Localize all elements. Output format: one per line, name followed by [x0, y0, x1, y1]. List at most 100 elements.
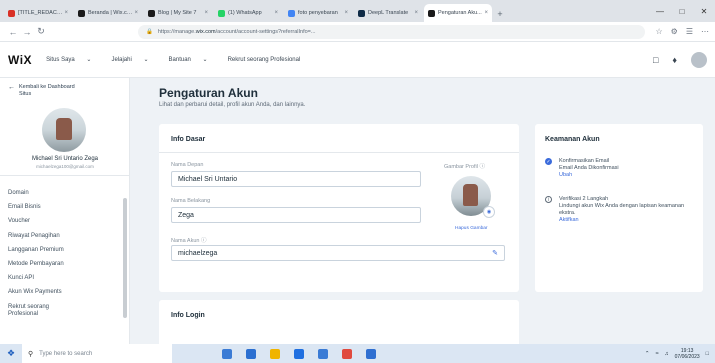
change-email-link[interactable]: Ubah	[559, 172, 697, 179]
tab-favicon-icon	[148, 9, 155, 17]
site-selector-label: Situs Saya	[46, 57, 75, 63]
menu-explore[interactable]: Jelajahi ⌄	[111, 56, 158, 63]
sidebar-item-hire-pro[interactable]: Rekrut seorang Profesional	[8, 304, 68, 322]
menu-explore-label: Jelajahi	[111, 57, 132, 63]
windows-taskbar: ❖ ⚲ Type here to search ⌃ ≈ ♫ 19:13 07/0…	[0, 344, 715, 363]
browser-tab[interactable]: Blog | My Site 7 ×	[144, 4, 212, 22]
tab-close-icon[interactable]: ×	[344, 10, 348, 16]
account-security-title: Keamanan Akun	[545, 136, 600, 143]
browser-tab[interactable]: Beranda | Wix.com ×	[74, 4, 142, 22]
taskbar-app-icon[interactable]	[270, 348, 280, 359]
tab-close-icon[interactable]: ×	[274, 10, 278, 16]
notification-bell-icon[interactable]: ♦	[672, 55, 677, 65]
account-name-label: Nama Akun ⓘ	[171, 238, 207, 244]
tab-title: Blog | My Site 7	[158, 10, 197, 16]
tab-favicon-icon	[218, 9, 225, 17]
taskbar-search[interactable]: ⚲ Type here to search	[22, 344, 172, 363]
tab-close-icon[interactable]: ×	[204, 10, 208, 16]
windows-start-icon[interactable]: ❖	[0, 344, 22, 363]
taskbar-apps	[222, 348, 376, 359]
basic-info-title: Info Dasar	[171, 136, 206, 143]
first-name-field[interactable]: Michael Sri Untario	[171, 171, 421, 187]
site-selector[interactable]: Situs Saya ⌄	[46, 56, 101, 63]
remove-photo-link[interactable]: Hapus Gambar	[455, 226, 488, 231]
tab-favicon-icon	[428, 9, 435, 17]
clock[interactable]: 19:13 07/06/2023	[675, 348, 700, 360]
last-name-field[interactable]: Zega	[171, 207, 421, 223]
sidebar-scrollbar[interactable]	[123, 198, 127, 318]
chevron-down-icon: ⌄	[143, 57, 149, 63]
basic-info-card: Info Dasar Nama Depan Michael Sri Untari…	[159, 124, 519, 292]
login-info-title: Info Login	[171, 312, 205, 319]
new-tab-button[interactable]: +	[494, 6, 506, 22]
minimize-icon[interactable]: —	[649, 0, 671, 22]
browser-tab[interactable]: foto penyebaran ×	[284, 4, 352, 22]
browser-tab[interactable]: [TITLE_REDACTED] ...×	[4, 4, 72, 22]
wix-logo[interactable]: WiX	[8, 53, 32, 67]
url-field[interactable]: 🔒 https://manage. wix.com/account/account…	[138, 24, 646, 39]
browser-tab-strip: [TITLE_REDACTED] ...×Beranda | Wix.com×B…	[0, 0, 715, 22]
browser-tab[interactable]: Pengaturan Aku... ×	[424, 4, 492, 22]
sidebar-item-wix-payments[interactable]: Akun Wix Payments	[8, 289, 120, 303]
extensions-icon[interactable]: ⚙	[671, 27, 678, 36]
close-icon[interactable]: ✕	[693, 0, 715, 22]
camera-icon[interactable]: ◉	[483, 206, 495, 218]
sidebar-menu: Domain Email Bisnis Voucher Riwayat Pena…	[8, 190, 120, 322]
wifi-icon[interactable]: ≈	[655, 351, 658, 357]
chevron-down-icon: ⌄	[86, 57, 92, 63]
tab-title: [TITLE_REDACTED] ...	[18, 10, 62, 16]
confirm-email-desc: Email Anda Dikonfirmasi	[559, 165, 619, 171]
tab-close-icon[interactable]: ×	[414, 10, 418, 16]
account-security-card: Keamanan Akun ✓ Konfirmasikan Email Emai…	[535, 124, 703, 292]
profile-email: michaelzega100@gmail.com	[36, 164, 94, 169]
back-icon[interactable]: ←	[6, 27, 20, 37]
url-prefix: https://manage.	[157, 28, 196, 35]
maximize-icon[interactable]: □	[671, 0, 693, 22]
divider	[0, 175, 130, 176]
sidebar-item-domain[interactable]: Domain	[8, 190, 120, 204]
taskbar-app-icon[interactable]	[246, 348, 256, 359]
account-name-field[interactable]: michaelzega ✎	[171, 245, 505, 261]
first-name-label: Nama Depan	[171, 162, 204, 168]
info-icon: i	[545, 196, 552, 203]
back-to-dashboard-link[interactable]: ← Kembali ke Dashboard Situs	[8, 84, 79, 98]
sidebar-item-api-keys[interactable]: Kunci API	[8, 275, 120, 289]
taskbar-app-icon[interactable]	[342, 348, 352, 359]
tab-title: Pengaturan Aku...	[438, 10, 482, 16]
divider	[159, 152, 519, 153]
taskbar-app-icon[interactable]	[294, 348, 304, 359]
sidebar: ← Kembali ke Dashboard Situs Michael Sri…	[0, 78, 130, 344]
main-content: Pengaturan Akun Lihat dan perbarui detai…	[131, 78, 715, 350]
sidebar-item-billing-history[interactable]: Riwayat Penagihan	[8, 233, 120, 247]
two-step-title: Verifikasi 2 Langkah	[559, 196, 609, 202]
reload-icon[interactable]: ↻	[34, 26, 48, 37]
taskbar-app-icon[interactable]	[366, 348, 376, 359]
url-rest: /account/account-settings?referralInfo=.…	[215, 28, 316, 35]
browser-menu-icon[interactable]: ⋯	[701, 27, 709, 36]
browser-tab[interactable]: DeepL Translate ×	[354, 4, 422, 22]
menu-help[interactable]: Bantuan ⌄	[169, 56, 218, 63]
menu-hire-pro[interactable]: Rekrut seorang Profesional	[228, 57, 301, 63]
taskbar-app-icon[interactable]	[318, 348, 328, 359]
tab-close-icon[interactable]: ×	[484, 10, 488, 16]
sidebar-item-payment-methods[interactable]: Metode Pembayaran	[8, 261, 120, 275]
sidebar-item-premium[interactable]: Langganan Premium	[8, 247, 120, 261]
notifications-icon[interactable]: □	[706, 351, 709, 357]
browser-tab[interactable]: (1) WhatsApp ×	[214, 4, 282, 22]
chat-icon[interactable]: □	[653, 55, 658, 65]
user-avatar[interactable]	[691, 51, 707, 68]
collections-icon[interactable]: ☰	[686, 27, 693, 36]
enable-two-step-link[interactable]: Aktifkan	[559, 217, 697, 224]
volume-icon[interactable]: ♫	[665, 351, 669, 357]
profile-avatar	[42, 108, 86, 152]
edit-pencil-icon[interactable]: ✎	[492, 249, 498, 257]
tab-close-icon[interactable]: ×	[134, 10, 138, 16]
tab-close-icon[interactable]: ×	[64, 10, 68, 16]
chevron-up-icon[interactable]: ⌃	[645, 351, 650, 357]
sidebar-item-business-email[interactable]: Email Bisnis	[8, 204, 120, 218]
forward-icon[interactable]: →	[20, 27, 34, 37]
bookmark-star-icon[interactable]: ☆	[655, 27, 662, 36]
two-step-desc: Lindungi akun Wix Anda dengan lapisan ke…	[559, 203, 685, 216]
taskbar-app-icon[interactable]	[222, 348, 232, 359]
sidebar-item-voucher[interactable]: Voucher	[8, 218, 120, 232]
